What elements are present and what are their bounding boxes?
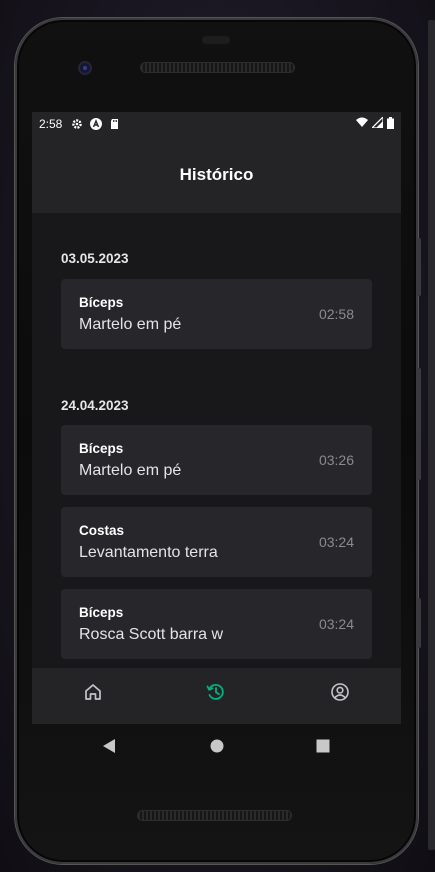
history-list[interactable]: 03.05.2023 Bíceps Martelo em pé 02:58 24… <box>32 213 401 668</box>
exercise-time: 02:58 <box>318 306 354 322</box>
date-heading: 03.05.2023 <box>61 251 129 266</box>
page-title: Histórico <box>179 164 254 184</box>
muscle-group: Bíceps <box>79 441 124 456</box>
signal-icon <box>370 115 384 131</box>
exercise-name: Rosca Scott barra w <box>79 626 224 643</box>
exercise-name: Martelo em pé <box>79 462 182 479</box>
power-button <box>416 598 421 648</box>
bottom-speaker <box>137 810 292 821</box>
status-bar: 2:58 <box>32 112 401 136</box>
window-edge <box>428 20 435 850</box>
app-a-icon <box>90 118 103 130</box>
back-icon <box>103 739 115 753</box>
exercise-name: Levantamento terra <box>79 544 218 561</box>
bottom-navigation <box>32 668 401 724</box>
back-button[interactable] <box>102 738 116 759</box>
front-camera <box>78 61 92 75</box>
muscle-group: Bíceps <box>79 295 124 310</box>
recents-icon <box>316 739 330 753</box>
earpiece-speaker <box>140 62 295 73</box>
muscle-group: Costas <box>79 523 125 538</box>
history-card[interactable]: Costas Levantamento terra 03:24 <box>61 507 372 577</box>
app-header: Histórico <box>32 136 401 213</box>
exercise-time: 03:26 <box>318 452 354 468</box>
recents-button[interactable] <box>316 739 330 758</box>
history-icon <box>206 684 224 700</box>
wifi-icon <box>356 117 368 131</box>
volume-up-button <box>416 238 421 296</box>
app-screen: 2:58 Histórico 03.05.2023 Bíceps Martelo… <box>32 112 401 724</box>
nav-home-button[interactable] <box>81 680 105 704</box>
volume-down-button <box>416 368 421 480</box>
system-navigation-bar <box>32 724 401 770</box>
muscle-group: Bíceps <box>79 605 124 620</box>
history-card[interactable]: Bíceps Martelo em pé 03:26 <box>61 425 372 495</box>
home-icon <box>85 684 101 700</box>
exercise-name: Martelo em pé <box>79 316 182 333</box>
exercise-time: 03:24 <box>318 534 354 550</box>
home-system-button[interactable] <box>210 739 224 758</box>
top-slot <box>202 36 230 44</box>
history-card[interactable]: Bíceps Rosca Scott barra w 03:24 <box>61 589 372 659</box>
gear-icon <box>71 118 83 130</box>
profile-icon <box>331 683 349 701</box>
date-heading: 24.04.2023 <box>61 398 129 413</box>
nav-history-button[interactable] <box>204 680 228 704</box>
home-circle-icon <box>210 739 224 753</box>
history-card[interactable]: Bíceps Martelo em pé 02:58 <box>61 279 372 349</box>
nav-profile-button[interactable] <box>328 680 352 704</box>
status-time: 2:58 <box>39 117 63 131</box>
exercise-time: 03:24 <box>318 616 354 632</box>
battery-icon <box>387 116 394 132</box>
sd-card-icon <box>109 118 121 130</box>
